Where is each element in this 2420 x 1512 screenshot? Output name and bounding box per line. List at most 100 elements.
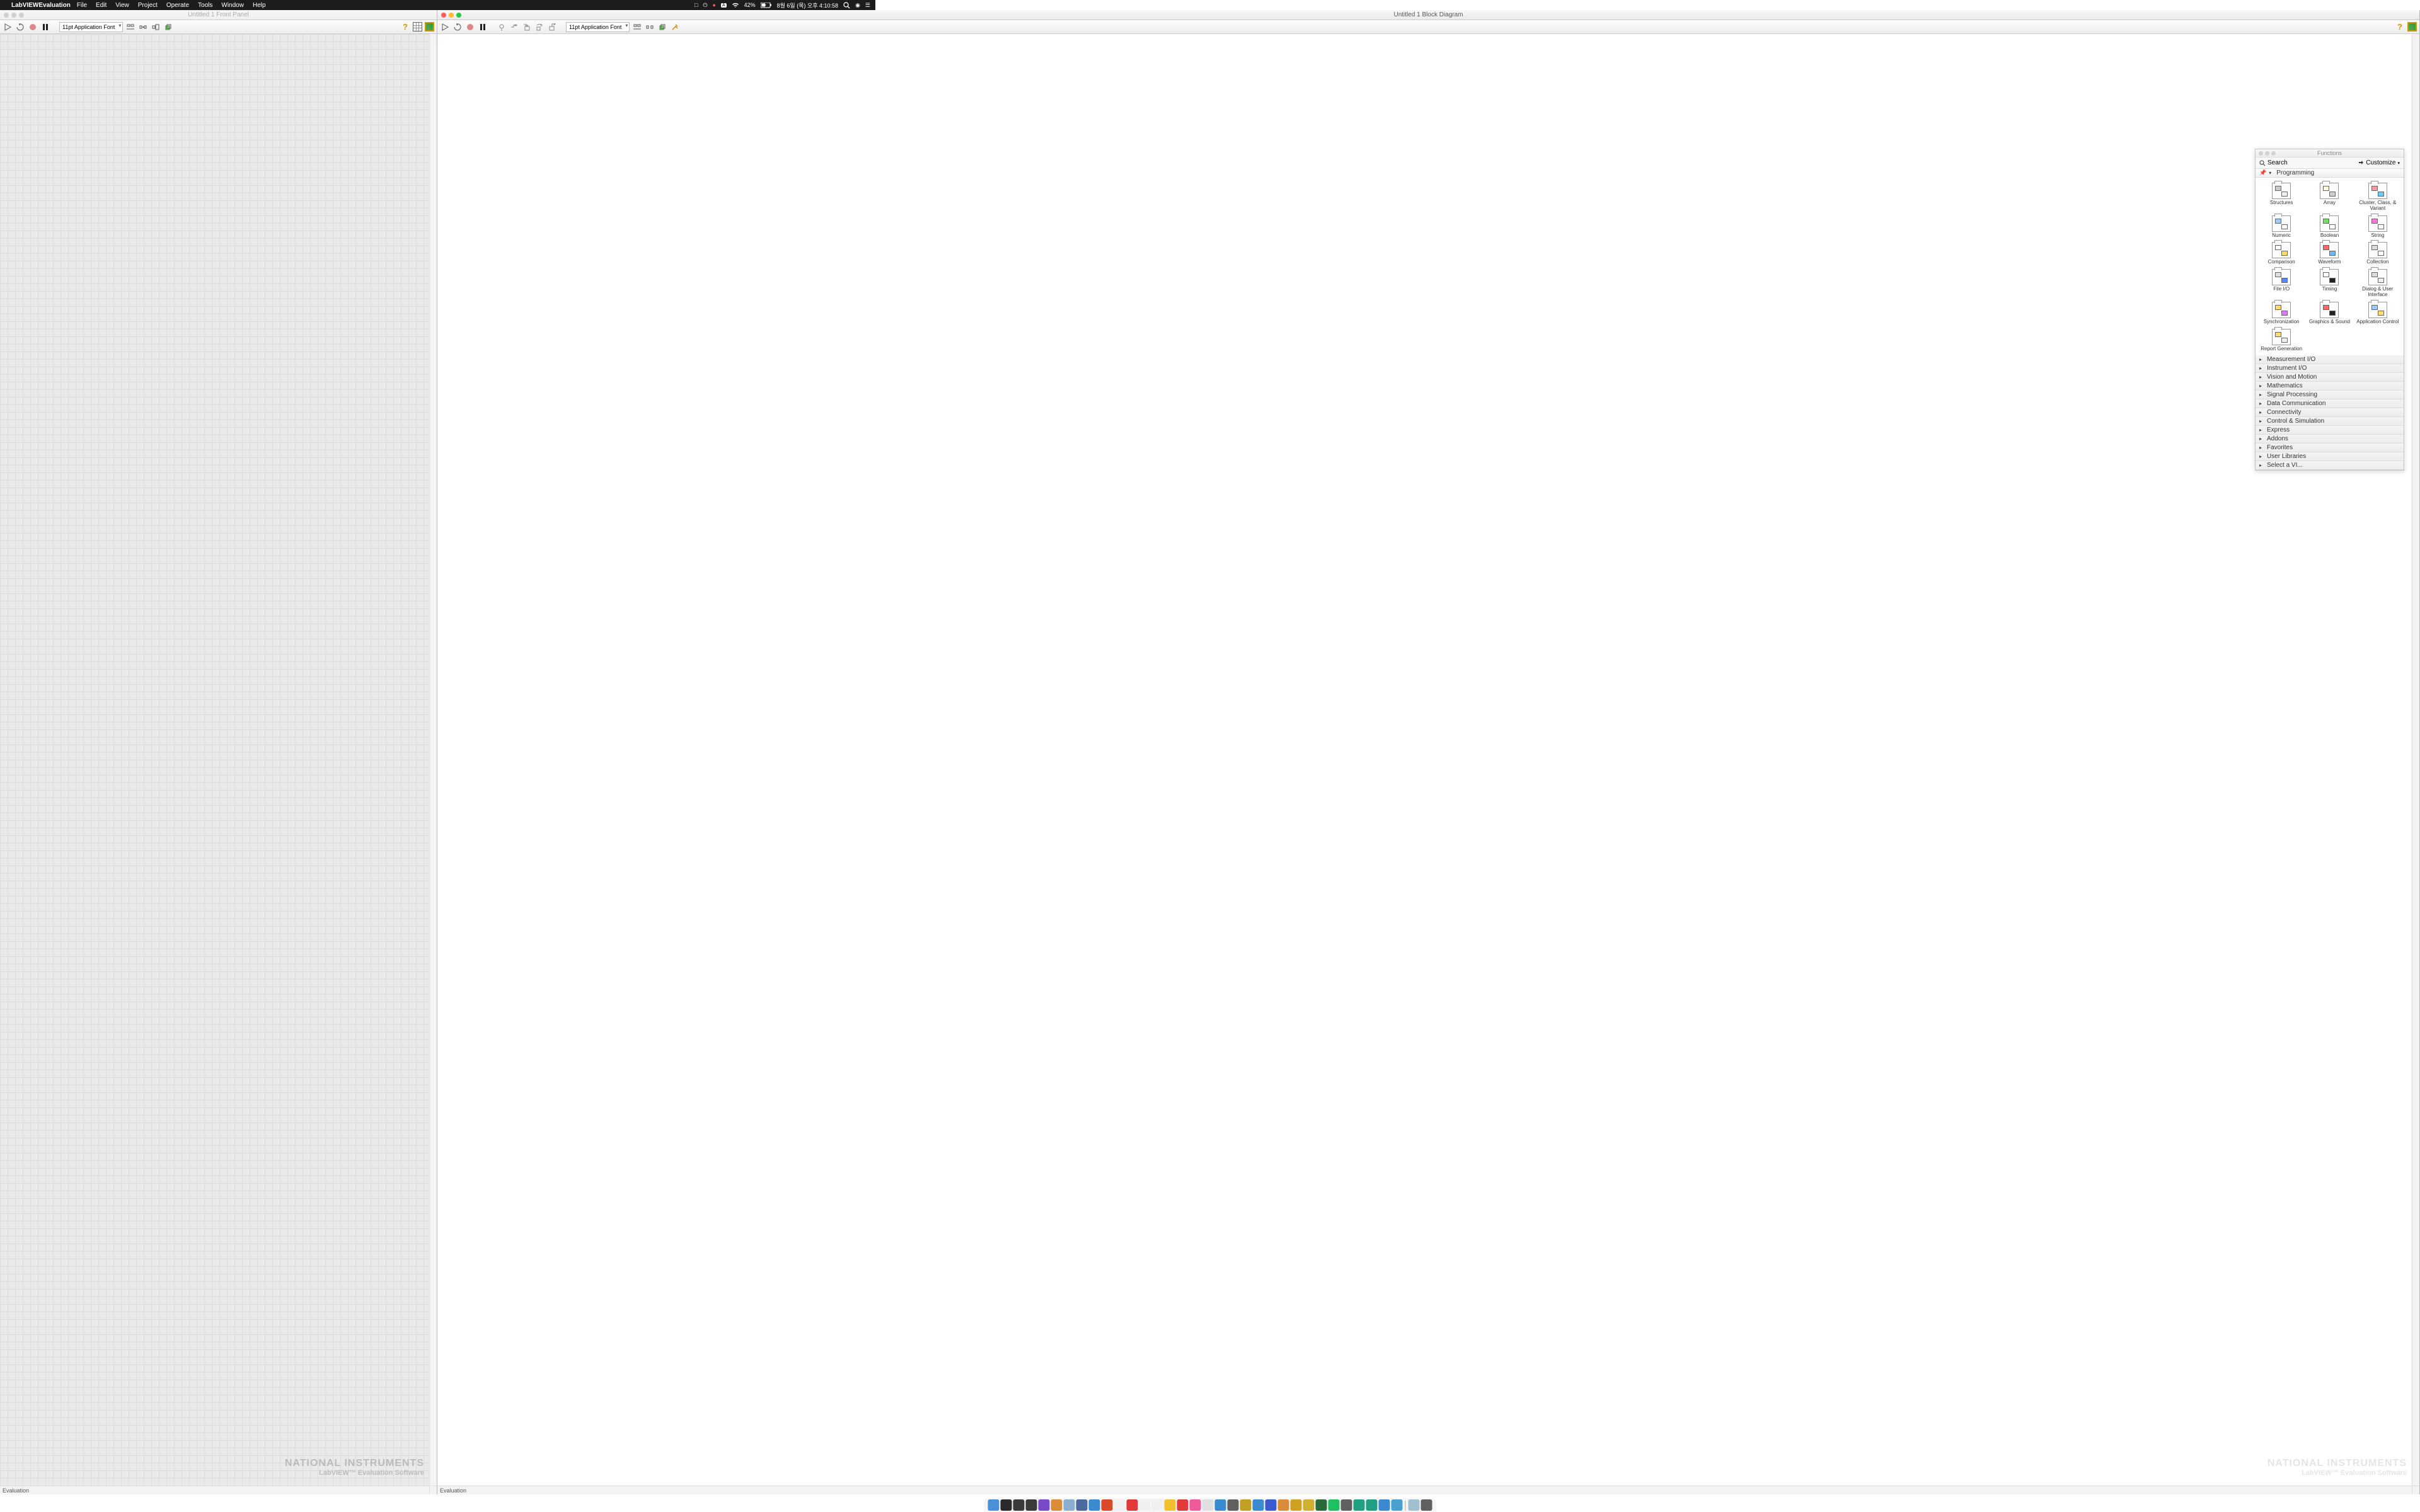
dock-app-icon[interactable] [1001, 1499, 1012, 1511]
step-over-button[interactable] [534, 22, 544, 32]
dock-app-icon[interactable] [988, 1499, 1000, 1511]
menu-view[interactable]: View [115, 2, 129, 9]
highlight-exec-button[interactable] [497, 22, 507, 32]
vi-icon[interactable] [2407, 22, 2417, 32]
palette-category[interactable]: ▸Measurement I/O [2256, 355, 2404, 364]
abort-button[interactable] [465, 22, 475, 32]
palette-customize[interactable]: Customize▾ [2358, 159, 2400, 166]
palette-category[interactable]: ▸Addons [2256, 435, 2404, 444]
dock-app-icon[interactable] [1102, 1499, 1113, 1511]
tray-wifi-icon[interactable] [732, 3, 739, 8]
run-button[interactable] [3, 22, 13, 32]
dock-app-icon[interactable] [1253, 1499, 1264, 1511]
dock-app-icon[interactable] [1215, 1499, 1226, 1511]
vi-icon[interactable] [425, 22, 434, 32]
palette-item[interactable]: Array [2306, 181, 2353, 213]
palette-category[interactable]: ▸Connectivity [2256, 408, 2404, 417]
palette-item[interactable]: Dialog & User Interface [2354, 268, 2401, 299]
app-name[interactable]: LabVIEWEvaluation [11, 2, 71, 9]
tray-icon[interactable]: □ [694, 2, 698, 8]
palette-item[interactable]: Report Generation [2258, 328, 2305, 353]
dock-app-icon[interactable] [1089, 1499, 1100, 1511]
palette-item[interactable]: Application Control [2354, 301, 2401, 326]
tray-icon[interactable]: ● [713, 2, 716, 8]
align-button[interactable] [125, 22, 135, 32]
scrollbar-vertical[interactable] [429, 34, 437, 1486]
dock-app-icon[interactable] [1152, 1499, 1163, 1511]
icon-grid[interactable] [413, 22, 422, 32]
menu-window[interactable]: Window [221, 2, 244, 9]
block-diagram-titlebar[interactable]: Untitled 1 Block Diagram [437, 10, 2419, 20]
tray-datetime[interactable]: 8월 6일 (목) 오후 4:10:58 [777, 1, 838, 9]
palette-category-programming[interactable]: 📌▾Programming [2256, 169, 2404, 178]
help-icon[interactable]: ? [400, 22, 410, 32]
dock-app-icon[interactable] [1379, 1499, 1390, 1511]
dock-app-icon[interactable] [1013, 1499, 1025, 1511]
step-into-button[interactable] [522, 22, 532, 32]
palette-category[interactable]: ▸Select a VI... [2256, 461, 2404, 470]
dock-app-icon[interactable] [1316, 1499, 1327, 1511]
dock-app-icon[interactable] [1190, 1499, 1201, 1511]
help-icon[interactable]: ? [2395, 22, 2405, 32]
tray-spotlight-icon[interactable] [843, 2, 850, 9]
font-selector[interactable]: 11pt Application Font [59, 22, 123, 32]
tray-input-icon[interactable]: A [721, 3, 727, 8]
pause-button[interactable] [478, 22, 488, 32]
dock-app-icon[interactable] [1354, 1499, 1365, 1511]
font-selector[interactable]: 11pt Application Font [566, 22, 630, 32]
front-panel-titlebar[interactable]: Untitled 1 Front Panel [0, 10, 437, 20]
dock-app-icon[interactable] [1177, 1499, 1189, 1511]
menu-edit[interactable]: Edit [96, 2, 107, 9]
dock-app-icon[interactable] [1165, 1499, 1176, 1511]
menu-project[interactable]: Project [138, 2, 158, 9]
palette-item[interactable]: Cluster, Class, & Variant [2354, 181, 2401, 213]
palette-item[interactable]: Structures [2258, 181, 2305, 213]
dock-app-icon[interactable] [1341, 1499, 1352, 1511]
dock-app-icon[interactable] [1064, 1499, 1075, 1511]
palette-search[interactable]: Search [2259, 159, 2288, 166]
close-icon[interactable] [441, 13, 446, 18]
scrollbar-vertical[interactable] [2412, 34, 2419, 1486]
palette-item[interactable]: Collection [2354, 241, 2401, 266]
dock-app-icon[interactable] [1366, 1499, 1378, 1511]
palette-item[interactable]: Synchronization [2258, 301, 2305, 326]
reorder-button[interactable] [163, 22, 173, 32]
palette-category[interactable]: ▸Favorites [2256, 444, 2404, 452]
tray-battery-icon[interactable] [761, 3, 772, 8]
menu-operate[interactable]: Operate [166, 2, 189, 9]
minimize-icon[interactable] [449, 13, 454, 18]
run-continuous-button[interactable] [452, 22, 463, 32]
dock-app-icon[interactable] [1051, 1499, 1063, 1511]
dock-app-icon[interactable] [1392, 1499, 1403, 1511]
palette-category[interactable]: ▸Control & Simulation [2256, 417, 2404, 426]
palette-category[interactable]: ▸Mathematics [2256, 382, 2404, 391]
dock-app-icon[interactable] [1114, 1499, 1126, 1511]
palette-item[interactable]: Graphics & Sound [2306, 301, 2353, 326]
dock-app-icon[interactable] [1409, 1499, 1420, 1511]
palette-category[interactable]: ▸Vision and Motion [2256, 373, 2404, 382]
close-icon[interactable] [4, 13, 9, 18]
dock-app-icon[interactable] [1303, 1499, 1315, 1511]
palette-category[interactable]: ▸Express [2256, 426, 2404, 435]
dock-app-icon[interactable] [1265, 1499, 1277, 1511]
minimize-icon[interactable] [11, 13, 16, 18]
cleanup-button[interactable] [670, 22, 680, 32]
step-out-button[interactable] [547, 22, 557, 32]
front-panel-canvas[interactable]: NATIONAL INSTRUMENTS LabVIEW™ Evaluation… [0, 34, 437, 1494]
abort-button[interactable] [28, 22, 38, 32]
distribute-button[interactable] [138, 22, 148, 32]
maximize-icon[interactable] [456, 13, 461, 18]
palette-item[interactable]: File I/O [2258, 268, 2305, 299]
dock-app-icon[interactable] [1076, 1499, 1088, 1511]
resize-button[interactable] [151, 22, 161, 32]
menu-file[interactable]: File [77, 2, 87, 9]
tray-control-center-icon[interactable]: ☰ [865, 2, 870, 9]
dock-app-icon[interactable] [1039, 1499, 1050, 1511]
tray-siri-icon[interactable]: ◉ [855, 2, 860, 9]
distribute-button[interactable] [645, 22, 655, 32]
pause-button[interactable] [40, 22, 50, 32]
palette-item[interactable]: Waveform [2306, 241, 2353, 266]
reorder-button[interactable] [657, 22, 667, 32]
dock-app-icon[interactable] [1240, 1499, 1252, 1511]
tray-battery-pct[interactable]: 42% [744, 2, 756, 8]
